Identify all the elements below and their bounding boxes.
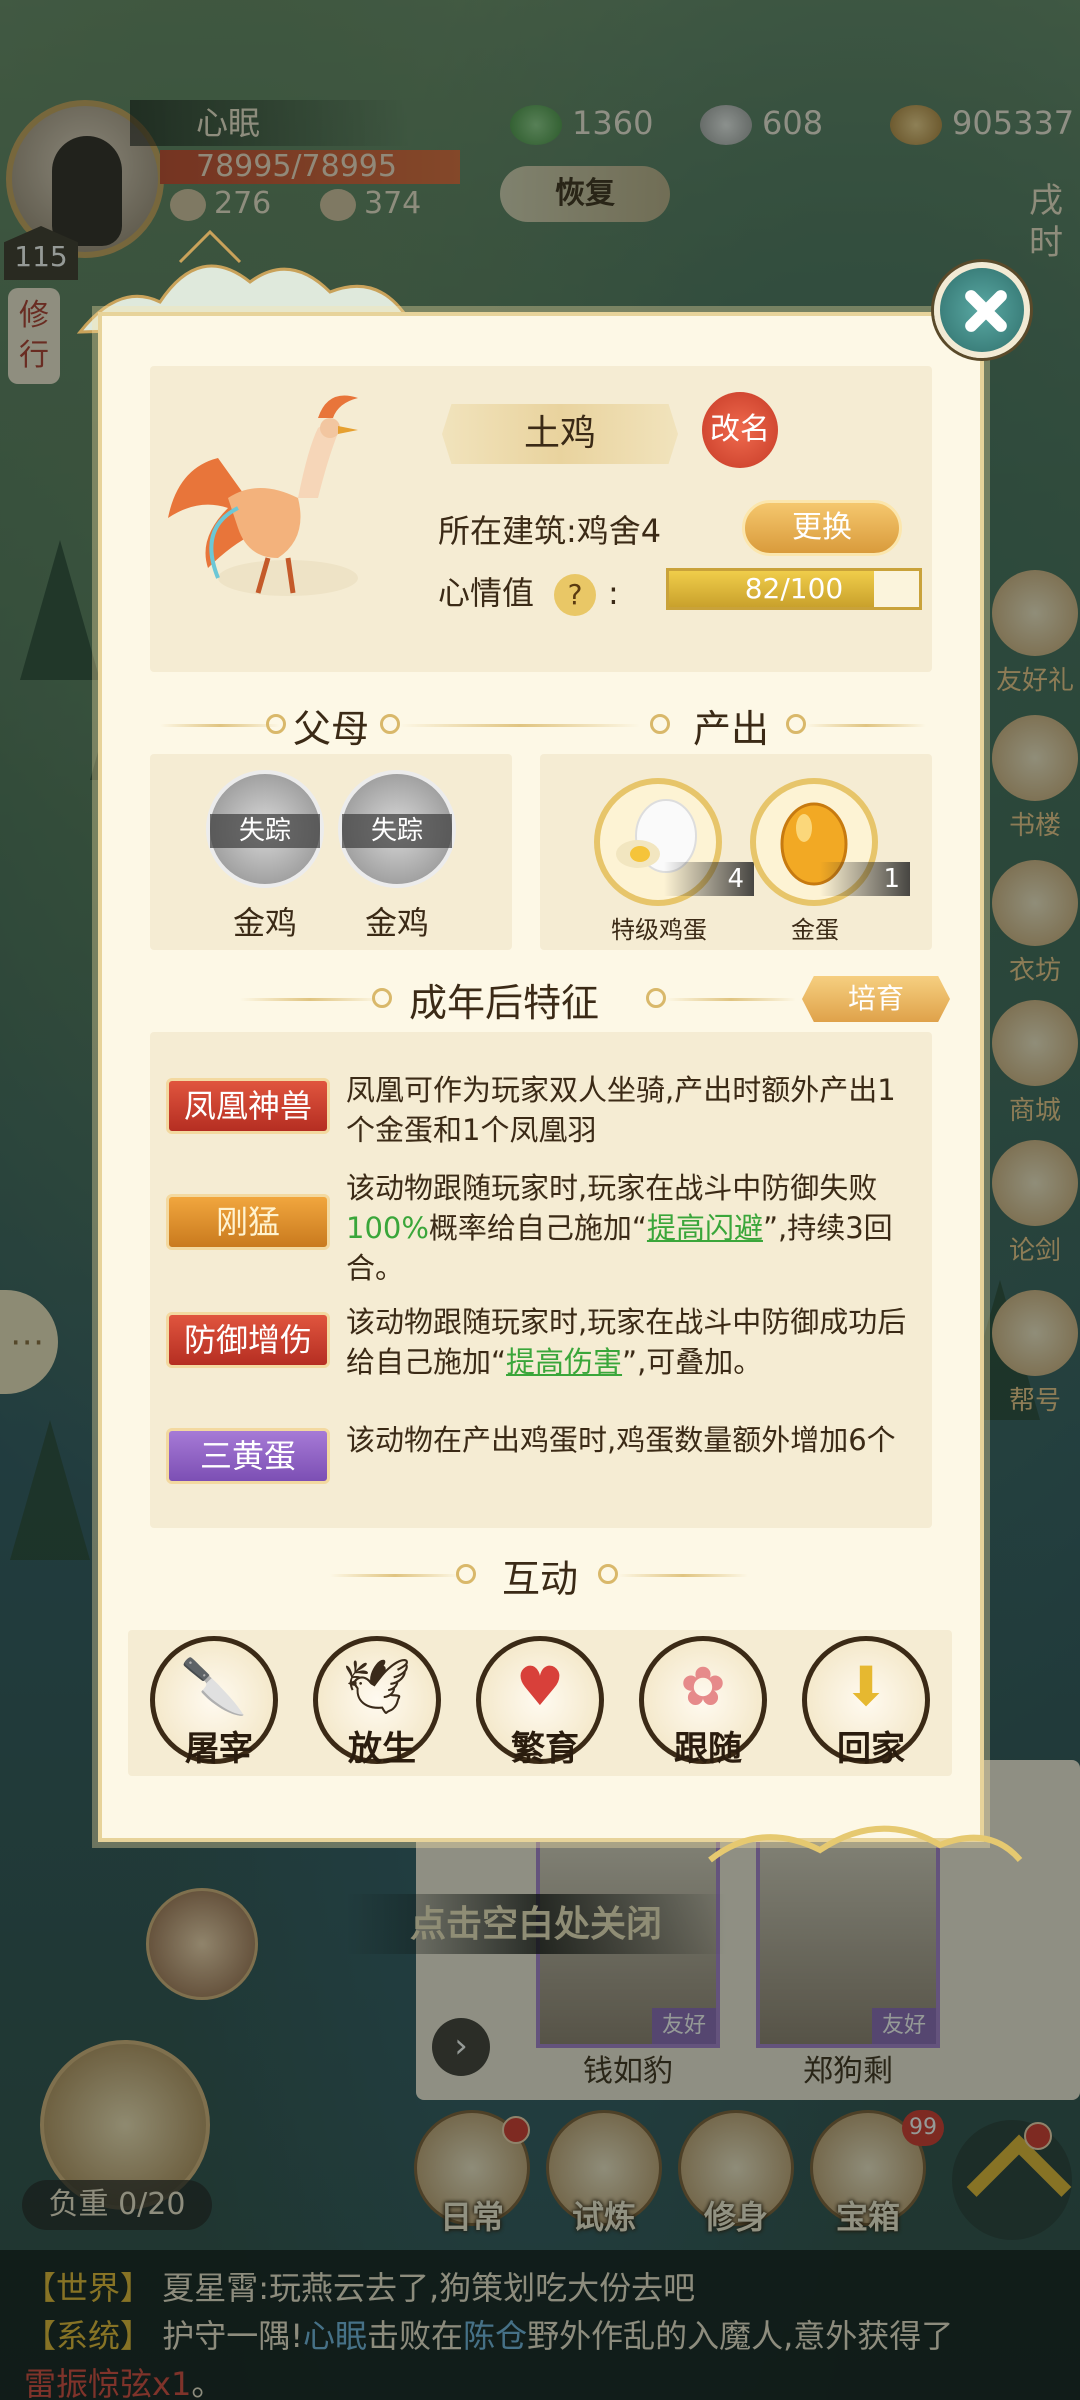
trait-tag-phoenix[interactable]: 凤凰神兽 (166, 1078, 330, 1134)
action-label: 回家 (837, 1729, 905, 1769)
follow-button[interactable]: ✿ 跟随 (639, 1636, 767, 1769)
phoenix-icon (168, 395, 358, 596)
breed-action-button[interactable]: ♥ 繁育 (476, 1636, 604, 1769)
divider-knot (650, 714, 670, 734)
section-title-parents: 父母 (292, 707, 369, 751)
section-title-output: 产出 (692, 707, 769, 751)
trait-tag-defense-damage[interactable]: 防御增伤 (166, 1312, 330, 1368)
divider-knot (598, 1564, 618, 1584)
mood-progress-bar: 82/100 (666, 568, 922, 610)
rooster-icon[interactable]: 失踪 (206, 770, 324, 888)
trait-desc-text: ”,可叠加。 (622, 1345, 763, 1379)
go-home-button[interactable]: ⬇ 回家 (802, 1636, 930, 1769)
trait-desc: 该动物跟随玩家时,玩家在战斗中防御成功后给自己施加“提高伤害”,可叠加。 (346, 1302, 920, 1382)
action-label: 跟随 (674, 1729, 742, 1769)
missing-tag: 失踪 (210, 814, 320, 848)
trait-desc: 该动物在产出鸡蛋时,鸡蛋数量额外增加6个 (346, 1423, 896, 1457)
home-arrow-icon: ⬇ (843, 1655, 889, 1718)
missing-tag: 失踪 (342, 814, 452, 848)
divider (160, 724, 280, 727)
output-name: 金蛋 (791, 916, 839, 944)
divider (240, 998, 380, 1001)
breed-button[interactable]: 培育 (802, 976, 950, 1022)
divider (330, 1574, 460, 1577)
mood-info: 心情值?: (438, 568, 619, 616)
pawprints-icon: ✿ (680, 1655, 726, 1718)
trait-desc-text: 该动物跟随玩家时,玩家在战斗中防御失败 (346, 1171, 878, 1205)
trait-tag-triple-yolk[interactable]: 三黄蛋 (166, 1428, 330, 1484)
action-label: 放生 (348, 1729, 416, 1769)
help-icon[interactable]: ? (554, 574, 597, 616)
slaughter-button[interactable]: 🔪 屠宰 (150, 1636, 278, 1769)
cleaver-icon: 🔪 (180, 1655, 248, 1718)
buff-link[interactable]: 提高伤害 (506, 1345, 622, 1379)
change-building-button[interactable]: 更换 (742, 500, 902, 556)
mood-progress-text: 82/100 (744, 572, 844, 605)
cloud-ornament (708, 1825, 1023, 1863)
trait-tag-fierce[interactable]: 刚猛 (166, 1194, 330, 1250)
close-icon[interactable] (934, 262, 1030, 358)
trait-desc-percent: 100% (346, 1211, 429, 1245)
trait-desc-text: 概率给自己施加“ (428, 1211, 647, 1245)
output-count: 4 (664, 862, 754, 896)
divider-knot (372, 988, 392, 1008)
divider-knot (380, 714, 400, 734)
divider (806, 724, 926, 727)
section-title-interact: 互动 (501, 1557, 578, 1601)
output-name: 特级鸡蛋 (611, 916, 707, 944)
building-info: 所在建筑:鸡舍4 (438, 506, 661, 552)
building-value: 鸡舍4 (576, 512, 662, 550)
divider (400, 724, 640, 727)
building-label: 所在建筑: (438, 512, 577, 550)
buff-link[interactable]: 提高闪避 (647, 1211, 763, 1245)
rename-button[interactable]: 改名 (702, 392, 778, 468)
divider-knot (266, 714, 286, 734)
mood-label: 心情值 (438, 574, 535, 612)
divider-knot (456, 1564, 476, 1584)
action-label: 繁育 (511, 1729, 579, 1769)
divider-knot (786, 714, 806, 734)
output-count: 1 (820, 862, 910, 896)
parent-name: 金鸡 (232, 904, 297, 942)
rooster-icon[interactable]: 失踪 (338, 770, 456, 888)
parent-name: 金鸡 (364, 904, 429, 942)
trait-desc: 该动物跟随玩家时,玩家在战斗中防御失败100%概率给自己施加“提高闪避”,持续3… (346, 1168, 920, 1288)
bird-icon: 🕊 (342, 1655, 412, 1718)
divider-knot (646, 988, 666, 1008)
mood-colon: : (608, 574, 619, 612)
release-button[interactable]: 🕊 放生 (313, 1636, 441, 1769)
action-label: 屠宰 (185, 1729, 253, 1769)
divider (618, 1574, 748, 1577)
animal-name: 土鸡 (442, 404, 678, 464)
parents-card (150, 754, 512, 950)
hearts-icon: ♥ (515, 1655, 565, 1718)
trait-desc: 凤凰可作为玩家双人坐骑,产出时额外产出1个金蛋和1个凤凰羽 (346, 1073, 896, 1147)
section-title-traits: 成年后特征 (408, 981, 599, 1025)
divider (666, 998, 796, 1001)
